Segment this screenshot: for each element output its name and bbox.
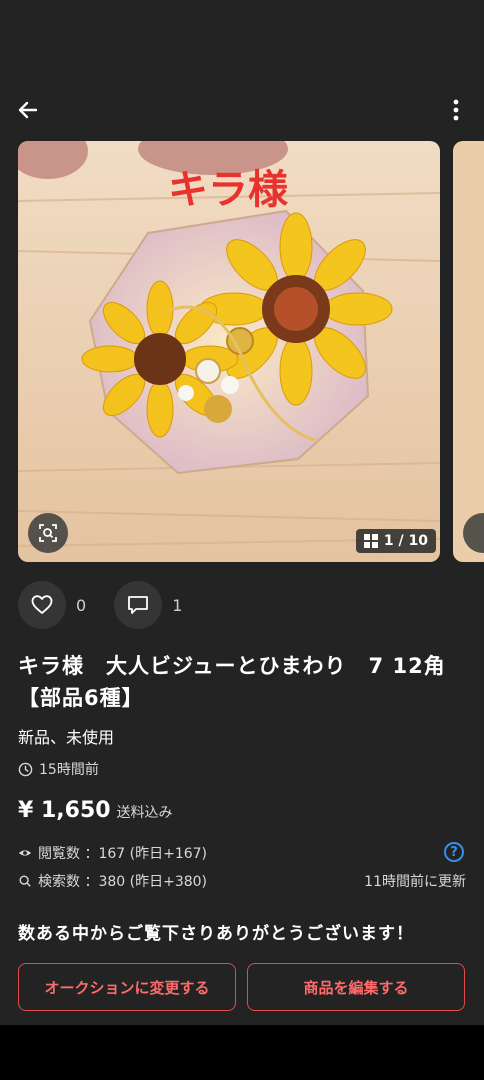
posted-time: 15時間前 — [18, 759, 99, 779]
eye-icon — [18, 850, 32, 856]
view-count: 閲覧数 ：167 (昨日+167) — [18, 843, 207, 863]
help-icon: ? — [450, 844, 458, 860]
image-overlay-text: キラ様 — [168, 167, 289, 213]
image-search-icon — [39, 524, 57, 542]
edit-item-button[interactable]: 商品を編集する — [247, 963, 465, 1011]
top-bar — [0, 88, 484, 132]
next-image-preview[interactable] — [453, 141, 484, 562]
search-count-text: 検索数 ：380 (昨日+380) — [38, 874, 207, 890]
search-icon — [19, 875, 31, 887]
image-search-button[interactable] — [28, 513, 68, 553]
updated-time: 11時間前に更新 — [364, 874, 466, 890]
heart-icon — [31, 595, 53, 614]
search-count: 検索数 ：380 (昨日+380) — [18, 871, 207, 891]
price-amount: ¥ 1,650 — [18, 798, 111, 823]
product-image[interactable]: キラ様 — [18, 141, 440, 562]
posted-time-text: 15時間前 — [39, 762, 99, 778]
help-button[interactable]: ? — [444, 842, 464, 862]
image-counter[interactable]: 1 / 10 — [355, 529, 436, 553]
action-row: 0 1 — [18, 581, 210, 629]
item-condition: 新品、未使用 — [18, 728, 115, 747]
seller-message: 数ある中からご覧下さりありがとうございます！ — [18, 924, 414, 944]
grid-icon — [363, 534, 378, 548]
system-nav-area — [0, 1025, 484, 1080]
change-to-auction-button[interactable]: オークションに変更する — [18, 963, 236, 1011]
view-count-text: 閲覧数 ：167 (昨日+167) — [38, 846, 207, 862]
arrow-left-icon — [18, 101, 38, 119]
comment-count: 1 — [172, 595, 183, 615]
price: ¥ 1,650 送料込み — [18, 798, 173, 823]
more-options-button[interactable] — [442, 96, 470, 124]
back-button[interactable] — [14, 96, 42, 124]
more-vertical-icon — [453, 99, 459, 121]
image-counter-text: 1 / 10 — [383, 533, 428, 549]
clock-icon — [18, 762, 33, 776]
comment-icon — [128, 596, 149, 614]
shipping-label: 送料込み — [116, 805, 173, 821]
like-count: 0 — [76, 595, 87, 615]
comment-button[interactable] — [114, 581, 163, 629]
like-button[interactable] — [18, 581, 66, 629]
item-title: キラ様 大人ビジューとひまわり 7 12角【部品6種】 — [18, 654, 446, 710]
